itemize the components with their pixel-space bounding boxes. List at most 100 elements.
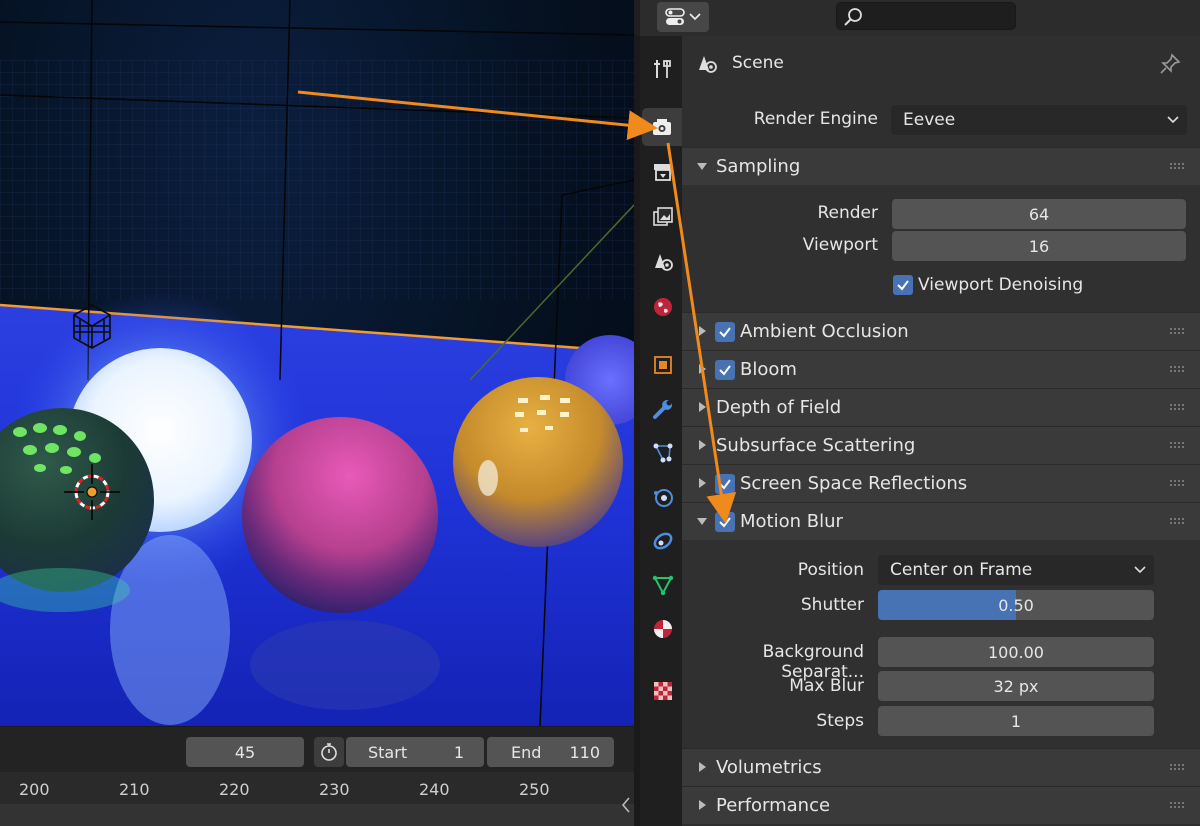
tab-physics[interactable] xyxy=(644,478,682,516)
start-value: 1 xyxy=(453,742,464,762)
tick-label: 220 xyxy=(219,780,250,799)
background-grid xyxy=(0,60,634,300)
screen-space-reflections-panel-header[interactable]: Screen Space Reflections xyxy=(682,464,1200,502)
tab-data[interactable] xyxy=(644,566,682,604)
pin-icon[interactable] xyxy=(1158,52,1182,76)
depth-of-field-panel-header[interactable]: Depth of Field xyxy=(682,388,1200,426)
bloom-panel-header[interactable]: Bloom xyxy=(682,350,1200,388)
tick-label: 250 xyxy=(519,780,550,799)
material-icon xyxy=(654,620,672,638)
drag-grip-icon[interactable] xyxy=(1170,480,1184,488)
drag-grip-icon[interactable] xyxy=(1170,163,1184,171)
chevron-left-icon[interactable] xyxy=(620,796,632,814)
viewport-denoising-label: Viewport Denoising xyxy=(918,275,1084,295)
yellow-sphere[interactable] xyxy=(453,377,623,547)
max-blur-field[interactable]: 32 px xyxy=(878,671,1154,701)
render-engine-dropdown[interactable]: Eevee xyxy=(891,105,1187,135)
sampling-title: Sampling xyxy=(716,156,801,177)
background-separation-value: 100.00 xyxy=(988,642,1044,662)
volumetrics-panel-header[interactable]: Volumetrics xyxy=(682,748,1200,786)
screen-space-reflections-checkbox[interactable] xyxy=(715,474,735,494)
tab-constraints[interactable] xyxy=(644,522,682,560)
drag-grip-icon[interactable] xyxy=(1170,802,1184,810)
collapsed-arrow-icon xyxy=(699,364,706,374)
motion-blur-panel-header[interactable]: Motion Blur xyxy=(682,502,1200,540)
shutter-slider[interactable]: 0.50 xyxy=(878,590,1154,620)
chevron-down-icon xyxy=(1167,116,1179,124)
ambient-occlusion-panel-header[interactable]: Ambient Occlusion xyxy=(682,312,1200,350)
editor-type-button[interactable] xyxy=(657,2,709,32)
search-input[interactable] xyxy=(836,2,1016,30)
chevron-down-icon xyxy=(689,13,701,21)
screen-space-reflections-title: Screen Space Reflections xyxy=(740,473,968,494)
shutter-value: 0.50 xyxy=(998,595,1034,615)
start-frame-field[interactable]: Start 1 xyxy=(346,737,484,767)
drag-grip-icon[interactable] xyxy=(1170,764,1184,772)
tab-modifiers[interactable] xyxy=(644,390,682,428)
tab-output[interactable] xyxy=(644,153,682,191)
preview-range-button[interactable] xyxy=(314,737,344,767)
properties-tabs xyxy=(634,36,682,826)
render-samples-field[interactable]: 64 xyxy=(892,199,1186,229)
wrench-icon xyxy=(653,400,672,419)
tab-render[interactable] xyxy=(642,108,682,146)
constraints-icon xyxy=(653,532,673,550)
ambient-occlusion-checkbox[interactable] xyxy=(715,322,735,342)
sampling-panel-body: Render 64 Viewport 16 Viewport Denoising xyxy=(682,185,1200,311)
shutter-slider-fill xyxy=(878,590,1016,620)
drag-grip-icon[interactable] xyxy=(1170,518,1184,526)
check-icon xyxy=(719,327,731,338)
drag-grip-icon[interactable] xyxy=(1170,366,1184,374)
world-icon xyxy=(654,298,672,316)
tab-object[interactable] xyxy=(644,346,682,384)
subsurface-scattering-title: Subsurface Scattering xyxy=(716,435,916,456)
timeline-ruler[interactable]: 200 210 220 230 240 250 xyxy=(0,772,634,826)
scene-icon xyxy=(655,254,673,271)
end-frame-field[interactable]: End 110 xyxy=(487,737,614,767)
background-separation-field[interactable]: 100.00 xyxy=(878,637,1154,667)
tab-material[interactable] xyxy=(644,610,682,648)
collapsed-arrow-icon xyxy=(699,800,706,810)
particles-icon xyxy=(653,443,673,463)
pink-sphere[interactable] xyxy=(242,417,438,613)
bloom-checkbox[interactable] xyxy=(715,360,735,380)
viewport-samples-value: 16 xyxy=(1028,236,1050,256)
view-layer-icon xyxy=(653,207,673,226)
properties-panel: Scene Render Engine Eevee Sampling Rende… xyxy=(682,36,1200,826)
steps-field[interactable]: 1 xyxy=(878,706,1154,736)
physics-icon xyxy=(654,489,673,507)
viewport-denoising-checkbox[interactable] xyxy=(893,275,913,295)
drag-grip-icon[interactable] xyxy=(1170,442,1184,450)
collapsed-arrow-icon xyxy=(699,440,706,450)
tab-world[interactable] xyxy=(644,288,682,326)
tab-particles[interactable] xyxy=(644,434,682,472)
expanded-arrow-icon xyxy=(697,163,707,170)
position-dropdown[interactable]: Center on Frame xyxy=(878,555,1154,585)
3d-viewport[interactable] xyxy=(0,0,634,726)
search-icon xyxy=(844,8,862,26)
tick-label: 230 xyxy=(319,780,350,799)
performance-panel-header[interactable]: Performance xyxy=(682,786,1200,824)
motion-blur-checkbox[interactable] xyxy=(715,512,735,532)
tab-scene[interactable] xyxy=(644,243,682,281)
current-frame-field[interactable]: 45 xyxy=(186,737,304,767)
tab-texture[interactable] xyxy=(644,672,682,710)
viewport-samples-field[interactable]: 16 xyxy=(892,231,1186,261)
tab-tool[interactable] xyxy=(644,50,682,88)
sampling-panel-header[interactable]: Sampling xyxy=(682,147,1200,185)
end-value: 110 xyxy=(569,742,600,762)
steps-value: 1 xyxy=(1010,711,1022,731)
subsurface-scattering-panel-header[interactable]: Subsurface Scattering xyxy=(682,426,1200,464)
tick-label: 210 xyxy=(119,780,150,799)
drag-grip-icon[interactable] xyxy=(1170,328,1184,336)
shutter-label: Shutter xyxy=(800,595,864,615)
steps-label: Steps xyxy=(816,711,864,731)
start-label: Start xyxy=(368,742,408,762)
scene-icon xyxy=(699,56,717,73)
motion-blur-panel-body: Position Center on Frame Shutter 0.50 Ba… xyxy=(682,540,1200,748)
drag-grip-icon[interactable] xyxy=(1170,404,1184,412)
performance-title: Performance xyxy=(716,795,831,816)
max-blur-label: Max Blur xyxy=(789,676,864,696)
tab-view-layer[interactable] xyxy=(644,198,682,236)
mesh-data-icon xyxy=(652,575,674,596)
